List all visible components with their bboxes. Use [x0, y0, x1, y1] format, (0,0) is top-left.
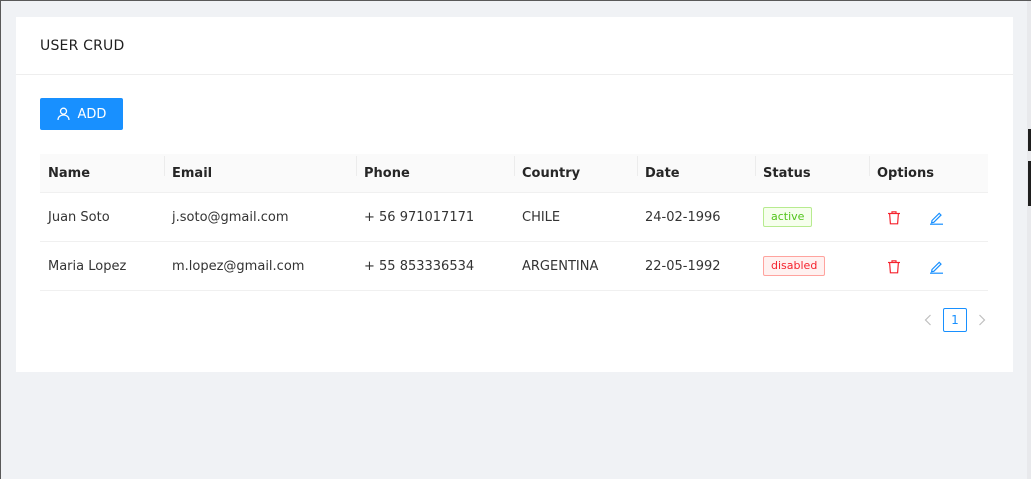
- edit-icon: [929, 260, 943, 274]
- pagination: 1: [919, 308, 991, 332]
- next-page-button[interactable]: [973, 308, 991, 332]
- user-email: j.soto@gmail.com: [172, 209, 289, 225]
- card-header: USER CRUD: [16, 17, 1013, 75]
- user-name: Juan Soto: [48, 209, 110, 225]
- column-header-options: Options: [869, 155, 988, 181]
- trash-icon: [888, 259, 900, 273]
- user-icon: [56, 107, 70, 121]
- status-cell: disabled: [755, 256, 869, 276]
- table-row: Juan Soto j.soto@gmail.com + 56 97101717…: [40, 193, 988, 242]
- user-country: CHILE: [522, 209, 561, 225]
- user-crud-card: USER CRUD ADD Name Email Phone Country D…: [16, 17, 1013, 372]
- chevron-right-icon: [979, 314, 986, 326]
- app-frame: USER CRUD ADD Name Email Phone Country D…: [0, 0, 1031, 479]
- prev-page-button[interactable]: [919, 308, 937, 332]
- user-country: ARGENTINA: [522, 258, 599, 274]
- delete-user-button[interactable]: [885, 208, 903, 226]
- user-name: Maria Lopez: [48, 258, 127, 274]
- edit-user-button[interactable]: [927, 257, 945, 275]
- window-edge: [1027, 1, 1031, 479]
- users-table: Name Email Phone Country Date Status Opt…: [40, 154, 988, 291]
- edit-user-button[interactable]: [927, 208, 945, 226]
- status-cell: active: [755, 207, 869, 227]
- user-phone: + 55 853336534: [364, 258, 475, 274]
- column-header-phone[interactable]: Phone: [356, 155, 514, 181]
- add-user-button[interactable]: ADD: [40, 98, 123, 130]
- page-title: USER CRUD: [40, 37, 125, 54]
- options-cell: [869, 208, 988, 226]
- column-header-name[interactable]: Name: [40, 166, 164, 181]
- delete-user-button[interactable]: [885, 257, 903, 275]
- column-header-country[interactable]: Country: [514, 155, 637, 181]
- table-header-row: Name Email Phone Country Date Status Opt…: [40, 154, 988, 193]
- table-row: Maria Lopez m.lopez@gmail.com + 55 85333…: [40, 242, 988, 291]
- trash-icon: [888, 210, 900, 224]
- page-number-button[interactable]: 1: [943, 308, 967, 332]
- user-date: 22-05-1992: [645, 258, 721, 274]
- user-date: 24-02-1996: [645, 209, 721, 225]
- add-button-label: ADD: [77, 106, 107, 122]
- column-header-status[interactable]: Status: [755, 155, 869, 181]
- status-badge: active: [763, 207, 813, 227]
- column-header-email[interactable]: Email: [164, 155, 356, 181]
- column-header-date[interactable]: Date: [637, 155, 755, 181]
- user-phone: + 56 971017171: [364, 209, 475, 225]
- edit-icon: [929, 211, 943, 225]
- chevron-left-icon: [924, 314, 931, 326]
- user-email: m.lopez@gmail.com: [172, 258, 305, 274]
- options-cell: [869, 257, 988, 275]
- status-badge: disabled: [763, 256, 826, 276]
